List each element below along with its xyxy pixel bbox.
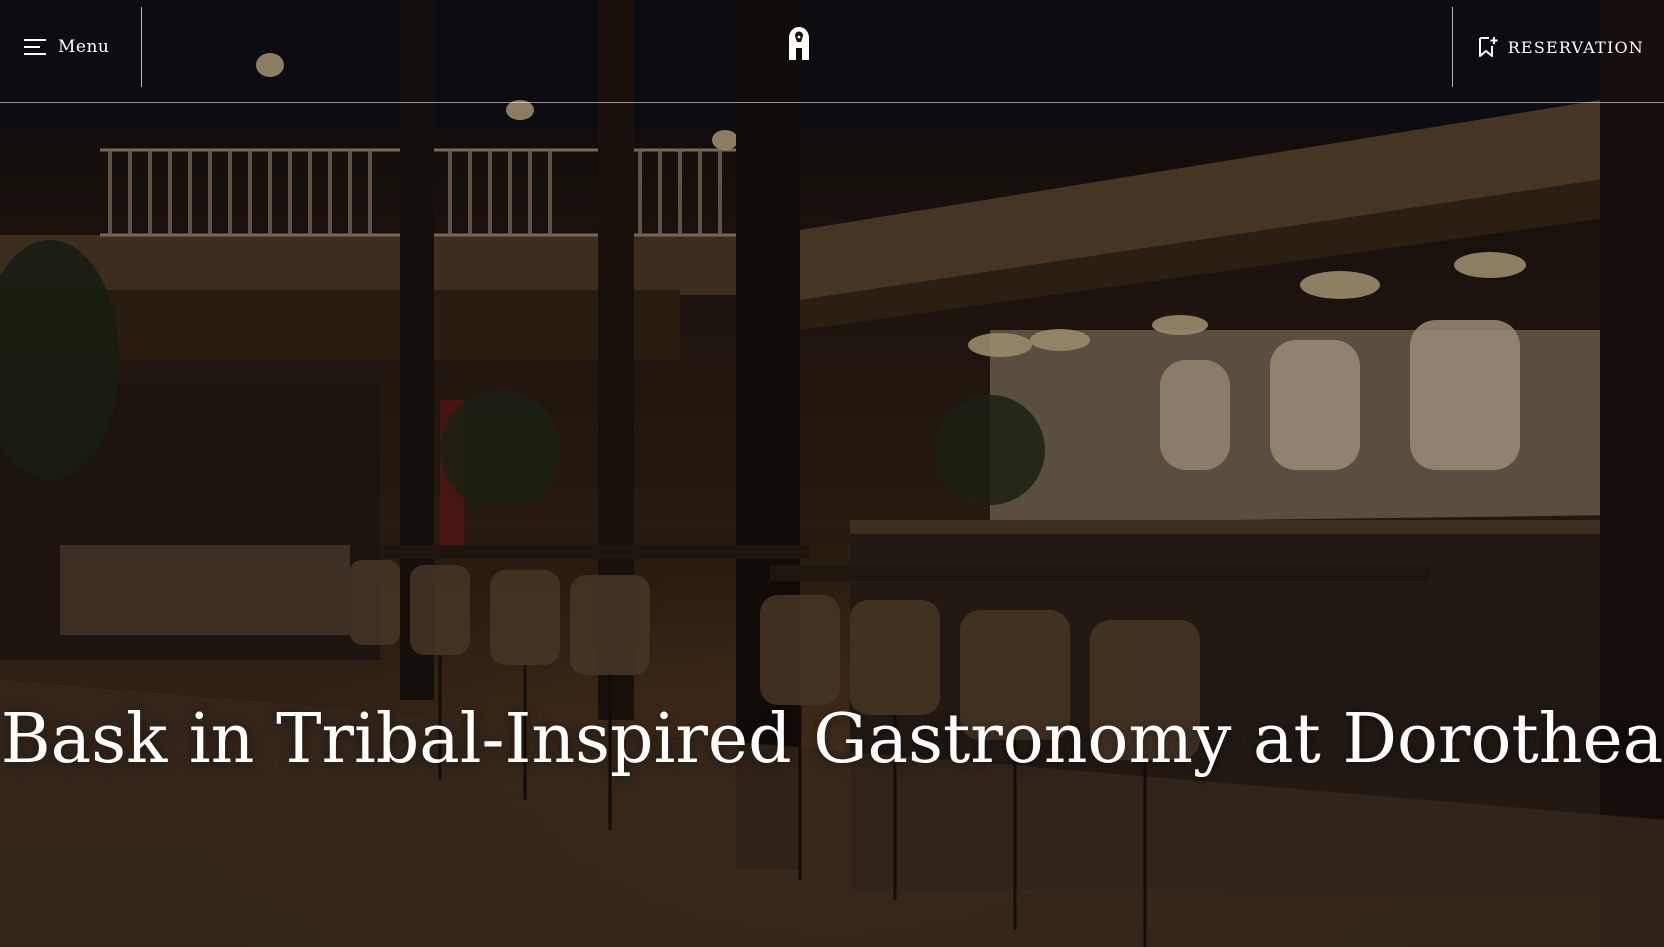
reservation-label: RESERVATION xyxy=(1507,37,1644,57)
site-header: Menu RESERVATION xyxy=(0,0,1664,103)
bookmark-plus-icon xyxy=(1478,36,1498,58)
hero-background-image xyxy=(0,0,1664,947)
hamburger-icon xyxy=(24,39,46,55)
menu-label: Menu xyxy=(58,37,110,57)
hero-section: Menu RESERVATION Bask in Tribal-Inspired xyxy=(0,0,1664,947)
header-divider-left xyxy=(141,7,142,87)
reservation-button[interactable]: RESERVATION xyxy=(1478,30,1644,64)
menu-button[interactable]: Menu xyxy=(24,30,109,64)
brand-logo[interactable] xyxy=(786,26,812,62)
header-divider-right xyxy=(1452,7,1453,87)
hero-headline: Bask in Tribal-Inspired Gastronomy at Do… xyxy=(0,700,1664,779)
